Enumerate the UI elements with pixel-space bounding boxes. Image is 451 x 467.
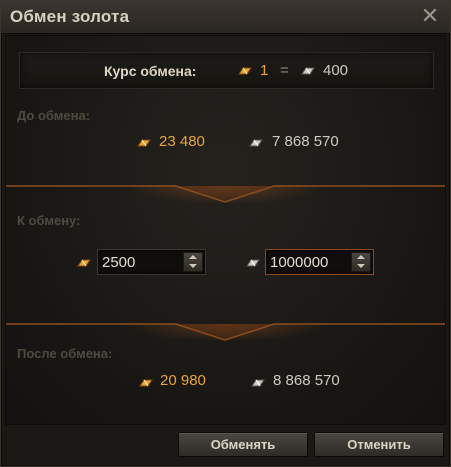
after-gold-value: 20 980 xyxy=(160,372,206,389)
gold-bar-icon xyxy=(77,258,91,268)
gold-bar-icon xyxy=(139,378,153,388)
silver-coin-icon xyxy=(246,258,260,268)
decrement-gold-button[interactable] xyxy=(184,262,202,271)
window-title: Обмен золота xyxy=(10,7,130,26)
exchange-button[interactable]: Обменять xyxy=(178,432,308,457)
cancel-button[interactable]: Отменить xyxy=(314,432,444,457)
silver-coin-icon xyxy=(301,66,315,76)
after-silver-value: 8 868 570 xyxy=(273,372,340,389)
rate-gold-value: 1 xyxy=(260,62,269,79)
gold-bar-icon xyxy=(137,138,151,148)
before-gold-value: 23 480 xyxy=(159,133,205,150)
dialog-content: Курс обмена: 1 = 400 До обмена: 23 480 7… xyxy=(5,35,446,425)
silver-amount-stepper[interactable] xyxy=(265,249,374,275)
gold-exchange-window: Обмен золота ✕ Курс обмена: 1 = 400 До о… xyxy=(0,0,451,467)
exchange-rate-label: Курс обмена: xyxy=(104,63,197,79)
rate-equals: = xyxy=(280,62,289,79)
increment-silver-button[interactable] xyxy=(352,253,370,262)
increment-gold-button[interactable] xyxy=(184,253,202,262)
decrement-silver-button[interactable] xyxy=(352,262,370,271)
before-exchange-label: До обмена: xyxy=(17,108,91,123)
gold-amount-input[interactable] xyxy=(100,252,180,272)
down-arrow-divider xyxy=(6,323,445,345)
window-titlebar: Обмен золота ✕ xyxy=(1,1,450,34)
silver-amount-input[interactable] xyxy=(268,252,348,272)
exchange-rate-box: Курс обмена: 1 = 400 xyxy=(19,52,434,89)
silver-coin-icon xyxy=(249,138,263,148)
gold-amount-stepper[interactable] xyxy=(97,249,206,275)
before-silver-value: 7 868 570 xyxy=(272,133,339,150)
to-exchange-label: К обмену: xyxy=(17,213,81,228)
silver-stepper-buttons xyxy=(351,252,371,272)
gold-bar-icon xyxy=(238,66,252,76)
rate-silver-value: 400 xyxy=(323,62,349,79)
gold-stepper-buttons xyxy=(183,252,203,272)
down-arrow-divider xyxy=(6,185,445,207)
close-icon[interactable]: ✕ xyxy=(420,5,440,27)
after-exchange-label: После обмена: xyxy=(17,346,113,361)
silver-coin-icon xyxy=(251,378,265,388)
